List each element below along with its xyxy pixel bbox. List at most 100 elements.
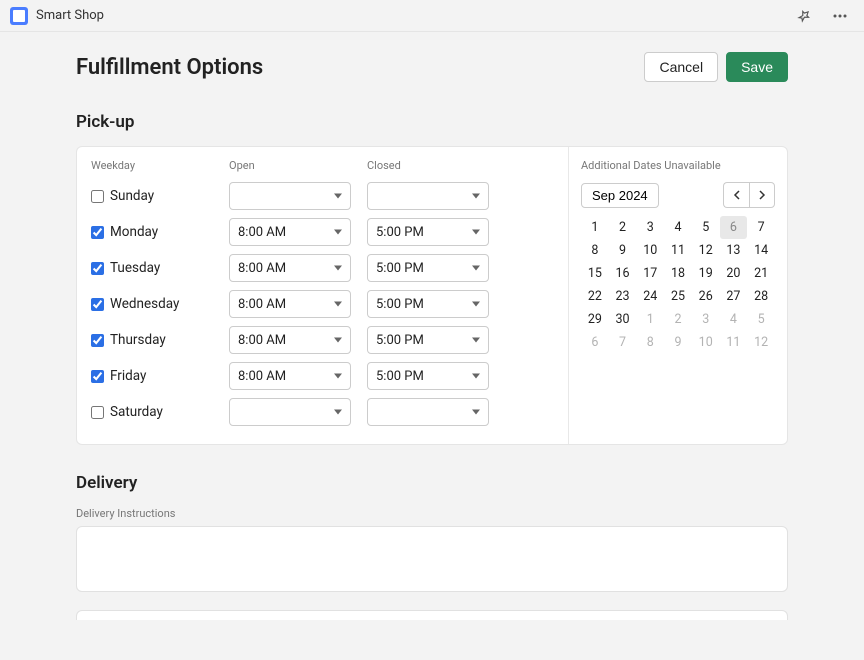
calendar-day[interactable]: 16: [609, 262, 637, 285]
next-month-button[interactable]: [749, 182, 775, 208]
weekday-checkbox-label[interactable]: Friday: [91, 368, 229, 384]
calendar-day[interactable]: 29: [581, 308, 609, 331]
closed-time-select[interactable]: 5:00 PM: [367, 218, 489, 246]
open-time-select[interactable]: [229, 398, 351, 426]
calendar-day[interactable]: 6: [581, 331, 609, 354]
calendar-day[interactable]: 11: [720, 331, 748, 354]
closed-time-select[interactable]: 5:00 PM: [367, 326, 489, 354]
schedule-row: Saturday: [91, 396, 554, 428]
cancel-button[interactable]: Cancel: [644, 52, 718, 82]
calendar-day[interactable]: 8: [636, 331, 664, 354]
calendar-day[interactable]: 3: [692, 308, 720, 331]
calendar-day[interactable]: 11: [664, 239, 692, 262]
weekday-checkbox-label[interactable]: Tuesday: [91, 260, 229, 276]
pickup-card: Weekday Open Closed Sunday Monday 8:00 AM 5…: [76, 146, 788, 445]
calendar-day[interactable]: 20: [720, 262, 748, 285]
weekday-name: Wednesday: [110, 296, 179, 312]
calendar-day[interactable]: 3: [636, 216, 664, 239]
calendar-day[interactable]: 25: [664, 285, 692, 308]
schedule-row: Thursday8:00 AM 5:00 PM: [91, 324, 554, 356]
weekday-checkbox[interactable]: [91, 334, 104, 347]
calendar-day[interactable]: 2: [609, 216, 637, 239]
calendar-day[interactable]: 17: [636, 262, 664, 285]
weekday-checkbox-label[interactable]: Wednesday: [91, 296, 229, 312]
calendar-day[interactable]: 2: [664, 308, 692, 331]
weekday-name: Monday: [110, 224, 158, 240]
calendar-col: Additional Dates Unavailable Sep 2024 12…: [569, 147, 787, 444]
open-time-select[interactable]: [229, 182, 351, 210]
col-header-open: Open: [229, 159, 367, 172]
weekday-checkbox-label[interactable]: Sunday: [91, 188, 229, 204]
pin-icon[interactable]: [790, 3, 818, 29]
calendar-day[interactable]: 7: [747, 216, 775, 239]
closed-time-select[interactable]: 5:00 PM: [367, 362, 489, 390]
calendar-day[interactable]: 1: [581, 216, 609, 239]
col-header-weekday: Weekday: [91, 159, 229, 172]
calendar-day[interactable]: 12: [747, 331, 775, 354]
weekday-name: Friday: [110, 368, 146, 384]
calendar-day[interactable]: 5: [747, 308, 775, 331]
weekday-checkbox-label[interactable]: Saturday: [91, 404, 229, 420]
closed-time-select[interactable]: 5:00 PM: [367, 290, 489, 318]
col-header-closed: Closed: [367, 159, 505, 172]
calendar-day[interactable]: 15: [581, 262, 609, 285]
closed-time-select[interactable]: [367, 182, 489, 210]
closed-time-select[interactable]: 5:00 PM: [367, 254, 489, 282]
page-title: Fulfillment Options: [76, 55, 263, 80]
topbar: Smart Shop: [0, 0, 864, 32]
calendar-day[interactable]: 27: [720, 285, 748, 308]
calendar-day[interactable]: 14: [747, 239, 775, 262]
schedule-row: Tuesday 8:00 AM 5:00 PM: [91, 252, 554, 284]
open-time-select[interactable]: 8:00 AM: [229, 254, 351, 282]
delivery-section-title: Delivery: [76, 473, 788, 493]
open-time-select[interactable]: 8:00 AM: [229, 362, 351, 390]
calendar-day[interactable]: 19: [692, 262, 720, 285]
calendar-day[interactable]: 9: [609, 239, 637, 262]
calendar-day[interactable]: 4: [664, 216, 692, 239]
page-header: Fulfillment Options Cancel Save: [76, 52, 788, 82]
weekday-name: Saturday: [110, 404, 163, 420]
calendar-day[interactable]: 18: [664, 262, 692, 285]
more-icon[interactable]: [826, 3, 854, 29]
calendar-day[interactable]: 24: [636, 285, 664, 308]
prev-month-button[interactable]: [723, 182, 749, 208]
weekday-checkbox[interactable]: [91, 190, 104, 203]
weekday-checkbox[interactable]: [91, 262, 104, 275]
delivery-instructions-input[interactable]: [76, 526, 788, 592]
calendar-day[interactable]: 22: [581, 285, 609, 308]
weekday-name: Tuesday: [110, 260, 160, 276]
weekday-checkbox-label[interactable]: Thursday: [91, 332, 229, 348]
calendar-header: Additional Dates Unavailable: [581, 159, 775, 172]
calendar-day[interactable]: 1: [636, 308, 664, 331]
weekday-checkbox[interactable]: [91, 406, 104, 419]
pickup-section-title: Pick-up: [76, 112, 788, 132]
open-time-select[interactable]: 8:00 AM: [229, 326, 351, 354]
calendar-day[interactable]: 4: [720, 308, 748, 331]
calendar-day[interactable]: 7: [609, 331, 637, 354]
closed-time-select[interactable]: [367, 398, 489, 426]
calendar-day[interactable]: 8: [581, 239, 609, 262]
calendar-day[interactable]: 10: [636, 239, 664, 262]
app-name: Smart Shop: [36, 8, 104, 23]
calendar-day[interactable]: 9: [664, 331, 692, 354]
save-button[interactable]: Save: [726, 52, 788, 82]
calendar-day[interactable]: 30: [609, 308, 637, 331]
calendar-day[interactable]: 21: [747, 262, 775, 285]
weekday-checkbox-label[interactable]: Monday: [91, 224, 229, 240]
calendar-day[interactable]: 12: [692, 239, 720, 262]
weekday-checkbox[interactable]: [91, 370, 104, 383]
calendar-day[interactable]: 26: [692, 285, 720, 308]
calendar-day[interactable]: 13: [720, 239, 748, 262]
calendar-day[interactable]: 28: [747, 285, 775, 308]
calendar-day[interactable]: 10: [692, 331, 720, 354]
open-time-select[interactable]: 8:00 AM: [229, 218, 351, 246]
calendar-grid: 1234567891011121314151617181920212223242…: [581, 216, 775, 354]
weekday-checkbox[interactable]: [91, 298, 104, 311]
calendar-day[interactable]: 23: [609, 285, 637, 308]
weekday-checkbox[interactable]: [91, 226, 104, 239]
calendar-day[interactable]: 6: [720, 216, 748, 239]
month-select-button[interactable]: Sep 2024: [581, 183, 659, 208]
calendar-day[interactable]: 5: [692, 216, 720, 239]
open-time-select[interactable]: 8:00 AM: [229, 290, 351, 318]
schedule-row: Monday 8:00 AM 5:00 PM: [91, 216, 554, 248]
